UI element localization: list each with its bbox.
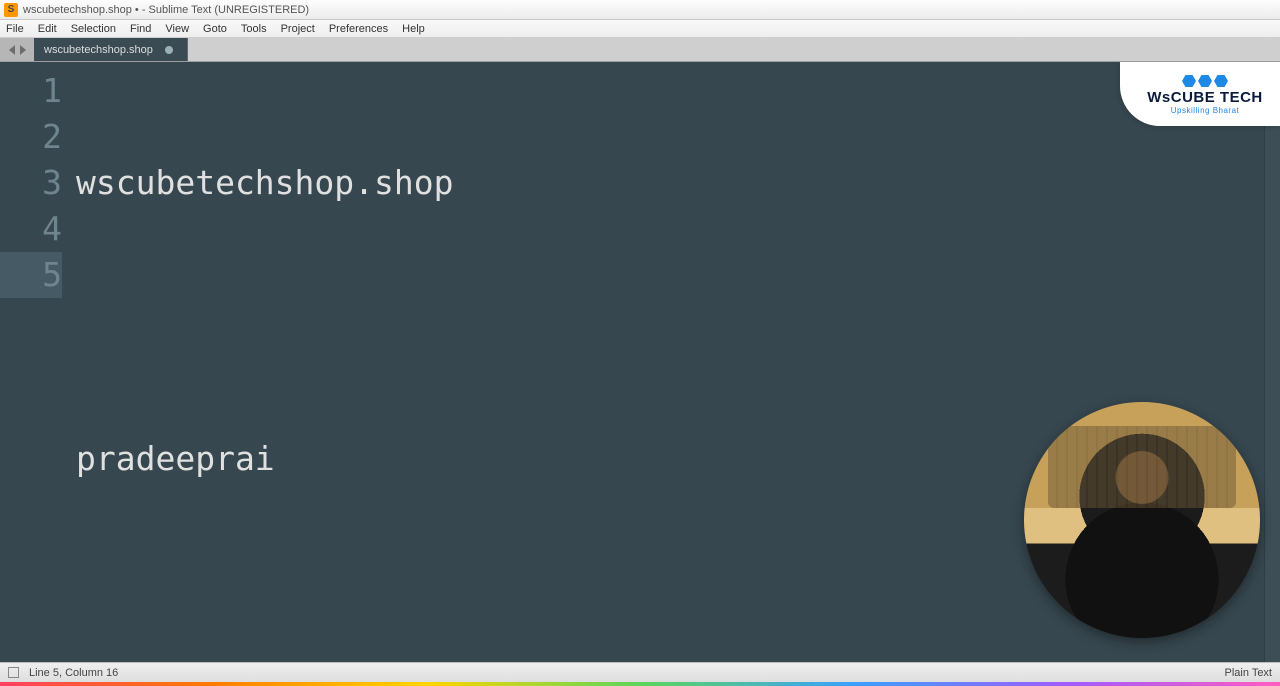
- app-icon: S: [4, 3, 18, 17]
- line-number: 1: [0, 68, 62, 114]
- menu-selection[interactable]: Selection: [71, 23, 116, 35]
- menu-find[interactable]: Find: [130, 23, 151, 35]
- tab-bar: wscubetechshop.shop: [0, 38, 1280, 62]
- line-number: 4: [0, 206, 62, 252]
- menu-view[interactable]: View: [165, 23, 189, 35]
- brand-hex-icon: [1182, 75, 1228, 87]
- chevron-left-icon: [8, 45, 16, 55]
- line-gutter: 1 2 3 4 5: [0, 62, 76, 662]
- code-line[interactable]: [76, 298, 1264, 344]
- line-number: 2: [0, 114, 62, 160]
- chevron-right-icon: [19, 45, 27, 55]
- menu-tools[interactable]: Tools: [241, 23, 267, 35]
- line-number: 5: [0, 252, 62, 298]
- menu-help[interactable]: Help: [402, 23, 425, 35]
- brand-name: WsCUBE TECH: [1147, 89, 1263, 106]
- menu-preferences[interactable]: Preferences: [329, 23, 388, 35]
- line-number: 3: [0, 160, 62, 206]
- code-line[interactable]: wscubetechshop.shop: [76, 160, 1264, 206]
- webcam-overlay: [1024, 402, 1260, 638]
- menu-project[interactable]: Project: [281, 23, 315, 35]
- os-taskbar-sliver: [0, 682, 1280, 686]
- status-syntax[interactable]: Plain Text: [1225, 667, 1273, 679]
- status-position[interactable]: Line 5, Column 16: [29, 667, 118, 679]
- menu-edit[interactable]: Edit: [38, 23, 57, 35]
- editor[interactable]: 1 2 3 4 5 wscubetechshop.shop pradeeprai…: [0, 62, 1280, 662]
- window-title: wscubetechshop.shop • - Sublime Text (UN…: [23, 4, 309, 16]
- brand-tagline: Upskilling Bharat: [1171, 106, 1240, 115]
- dirty-indicator-icon: [165, 46, 173, 54]
- tab-history-nav[interactable]: [0, 38, 34, 61]
- menu-file[interactable]: File: [6, 23, 24, 35]
- status-bar: Line 5, Column 16 Plain Text: [0, 662, 1280, 682]
- minimap[interactable]: [1264, 62, 1280, 662]
- panel-switcher-icon[interactable]: [8, 667, 19, 678]
- tab-wscubetechshop[interactable]: wscubetechshop.shop: [34, 38, 188, 61]
- tab-label: wscubetechshop.shop: [44, 44, 153, 56]
- menu-bar: File Edit Selection Find View Goto Tools…: [0, 20, 1280, 38]
- brand-watermark: WsCUBE TECH Upskilling Bharat: [1120, 62, 1280, 126]
- menu-goto[interactable]: Goto: [203, 23, 227, 35]
- window-titlebar: S wscubetechshop.shop • - Sublime Text (…: [0, 0, 1280, 20]
